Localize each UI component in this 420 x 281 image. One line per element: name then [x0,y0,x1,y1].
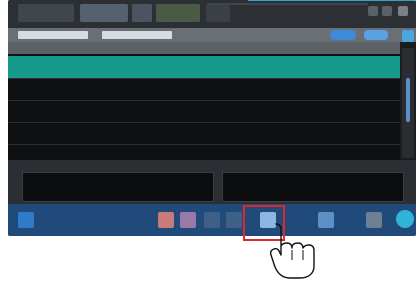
hand-pointer-icon [269,223,315,279]
table-scrollbar[interactable] [402,48,414,158]
film-icon[interactable] [180,212,196,228]
image-thumbnail[interactable] [22,172,214,202]
table-row[interactable] [8,100,400,123]
window-close-icon[interactable] [398,6,408,16]
layout-icon[interactable] [226,212,242,228]
app-title-area [18,4,74,22]
top-accent-line [248,0,416,1]
table-row[interactable] [8,144,400,161]
tab-secondary[interactable] [156,4,200,22]
copy-icon[interactable] [204,212,220,228]
pause-icon[interactable] [366,212,382,228]
scrollbar-thumb[interactable] [406,78,410,122]
study-list-table [8,42,400,161]
clear-button[interactable] [364,30,388,40]
exit-icon[interactable] [396,210,414,228]
search-row [8,28,416,42]
table-row[interactable] [8,122,400,145]
table-row-selected[interactable] [8,56,400,79]
top-bar [8,0,416,28]
image-icon[interactable] [158,212,174,228]
list-icon[interactable] [206,4,230,22]
image-thumbnail[interactable] [222,172,404,202]
status-line [208,3,368,5]
table-row[interactable] [8,78,400,101]
home-icon[interactable] [18,212,34,228]
search-input[interactable] [18,31,88,39]
preview-panel [8,160,416,204]
search-button[interactable] [330,30,356,40]
window-minimize-icon[interactable] [368,6,378,16]
bottom-toolbar [8,204,416,236]
app-screen [8,0,416,236]
search-input-secondary[interactable] [102,31,172,39]
table-header [8,42,400,54]
tab-current[interactable] [80,4,128,22]
window-restore-icon[interactable] [382,6,392,16]
side-toggle-button[interactable] [402,30,414,42]
tab-icon[interactable] [132,4,152,22]
